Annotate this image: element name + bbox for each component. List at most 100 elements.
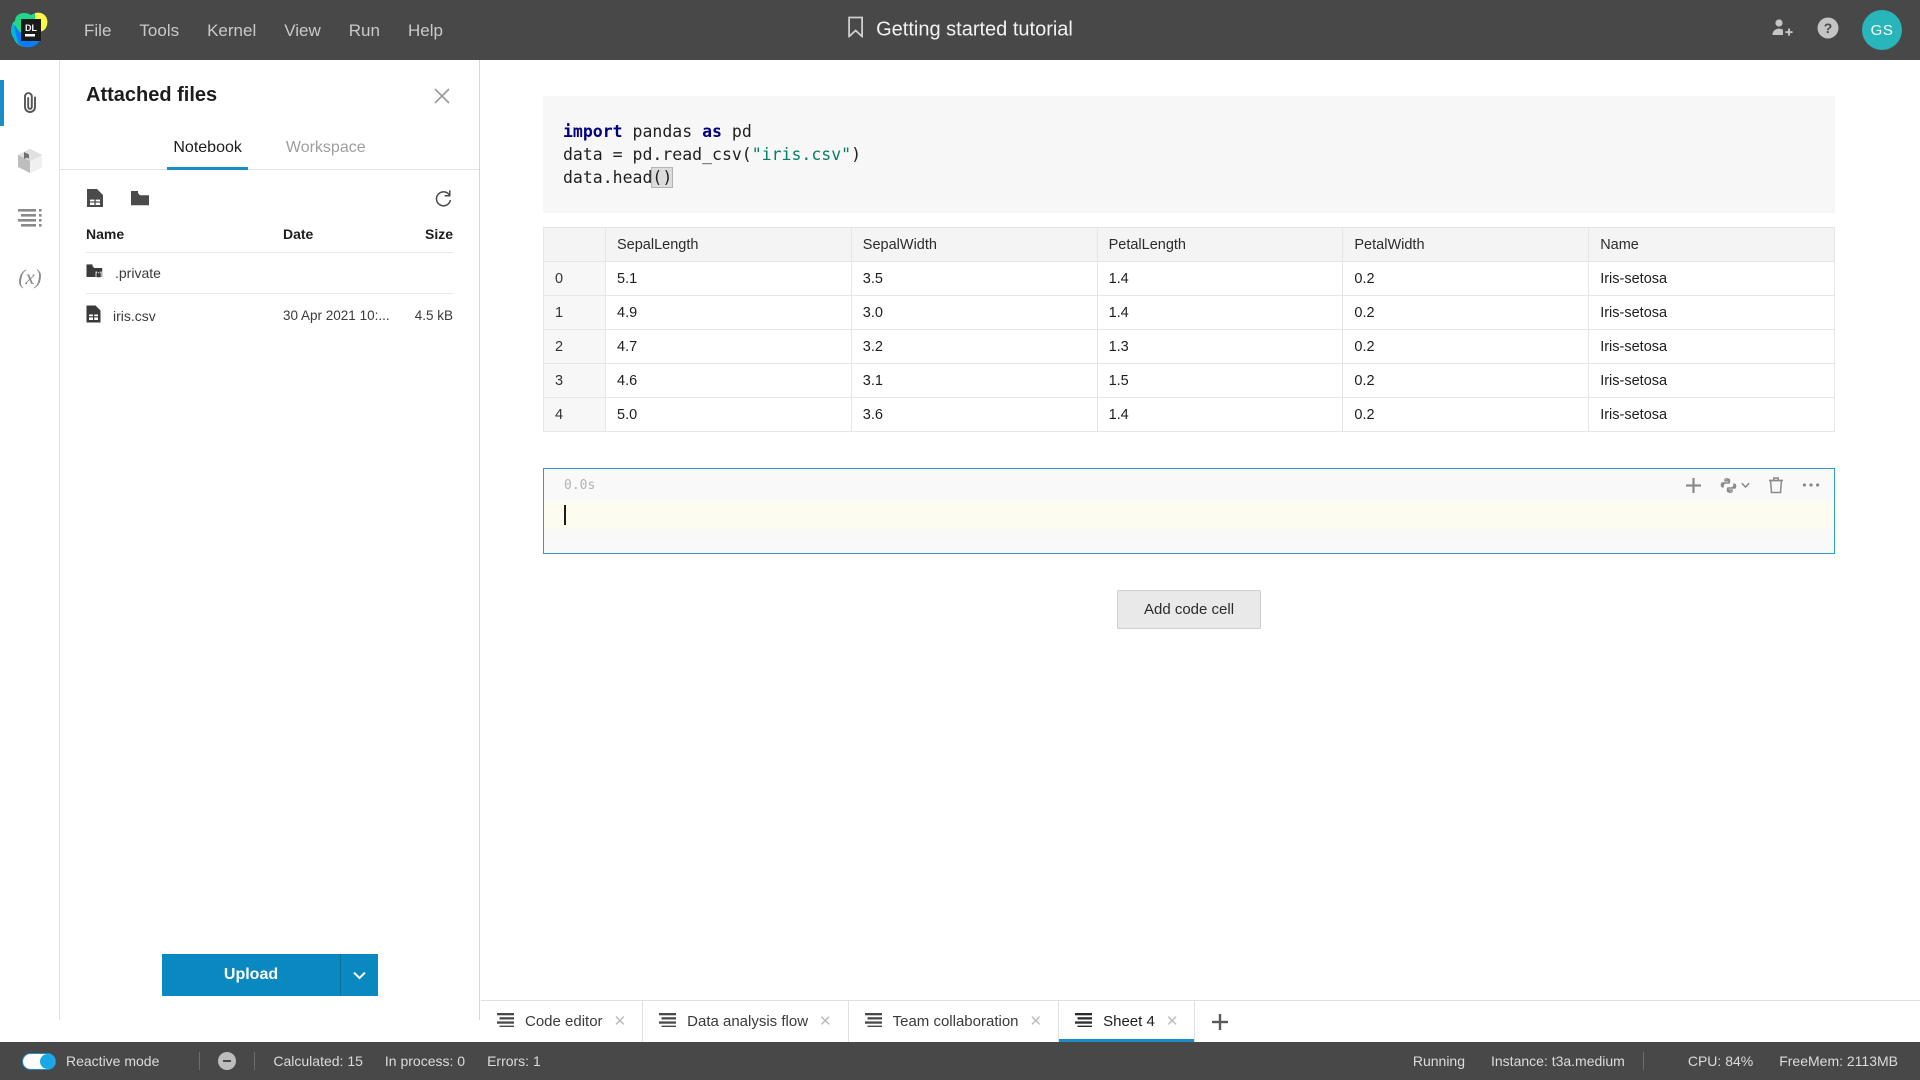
top-menu-bar: DL File Tools Kernel View Run Help Getti… bbox=[0, 0, 1920, 60]
close-icon[interactable]: ✕ bbox=[1166, 1014, 1179, 1029]
notebook-scroll: import pandas as pd data = pd.read_csv("… bbox=[481, 60, 1920, 629]
status-free-mem: FreeMem: 2113MB bbox=[1779, 1053, 1898, 1069]
add-code-cell-button[interactable]: Add code cell bbox=[1116, 590, 1262, 629]
rail-item-variables[interactable]: (x) bbox=[0, 248, 60, 306]
bookmark-icon bbox=[847, 16, 864, 44]
sheet-tab-team-collaboration[interactable]: Team collaboration ✕ bbox=[849, 1001, 1060, 1042]
close-icon[interactable]: ✕ bbox=[819, 1014, 832, 1029]
table-cell: 1.3 bbox=[1096, 329, 1344, 364]
delete-cell-icon[interactable] bbox=[1768, 476, 1784, 494]
file-size: 4.5 kB bbox=[414, 308, 453, 323]
menu-item-file[interactable]: File bbox=[70, 14, 125, 47]
add-user-icon[interactable] bbox=[1770, 16, 1794, 45]
status-errors: Errors: 1 bbox=[487, 1053, 541, 1069]
menu-item-kernel[interactable]: Kernel bbox=[193, 14, 270, 47]
datalore-logo[interactable]: DL bbox=[0, 0, 60, 60]
list-item[interactable]: iris.csv 30 Apr 2021 10:... 4.5 kB bbox=[86, 293, 453, 337]
add-sheet-button[interactable] bbox=[1195, 1001, 1245, 1042]
rail-item-attached-files[interactable] bbox=[0, 74, 60, 132]
svg-text:DL: DL bbox=[25, 23, 37, 33]
table-cell: 1.4 bbox=[1096, 261, 1344, 296]
table-cell: 4.6 bbox=[605, 363, 852, 398]
sheet-icon bbox=[864, 1012, 882, 1031]
plus-icon bbox=[1212, 1013, 1229, 1030]
menu-item-tools[interactable]: Tools bbox=[125, 14, 193, 47]
more-options-icon[interactable] bbox=[1802, 482, 1820, 488]
table-cell: 5.0 bbox=[605, 397, 852, 432]
table-row: 2 4.7 3.2 1.3 0.2 Iris-setosa bbox=[543, 329, 1835, 364]
table-cell: 0.2 bbox=[1342, 397, 1590, 432]
panel-title: Attached files bbox=[86, 84, 218, 106]
menu-item-run[interactable]: Run bbox=[335, 14, 394, 47]
new-file-icon[interactable] bbox=[86, 188, 104, 208]
package-icon bbox=[16, 147, 44, 175]
locked-folder-icon bbox=[86, 264, 103, 282]
table-cell: 3 bbox=[543, 363, 606, 398]
help-icon[interactable]: ? bbox=[1816, 16, 1840, 45]
upload-area: Upload bbox=[60, 954, 480, 996]
page-title: Getting started tutorial bbox=[876, 18, 1073, 41]
upload-dropdown-button[interactable] bbox=[340, 954, 379, 996]
rail-item-outline[interactable] bbox=[0, 190, 60, 248]
close-icon[interactable] bbox=[431, 85, 453, 107]
status-bar: Reactive mode Calculated: 15 In process:… bbox=[0, 1042, 1920, 1080]
table-cell: Iris-setosa bbox=[1588, 397, 1835, 432]
close-icon[interactable]: ✕ bbox=[614, 1014, 627, 1029]
table-cell: 3.2 bbox=[850, 329, 1098, 364]
table-row: 3 4.6 3.1 1.5 0.2 Iris-setosa bbox=[543, 363, 1835, 398]
status-calculated: Calculated: 15 bbox=[273, 1053, 363, 1069]
pause-icon[interactable] bbox=[218, 1052, 237, 1070]
column-header-date[interactable]: Date bbox=[283, 226, 393, 242]
table-row: 4 5.0 3.6 1.4 0.2 Iris-setosa bbox=[543, 397, 1835, 432]
column-header-name[interactable]: Name bbox=[86, 226, 283, 242]
avatar[interactable]: GS bbox=[1862, 10, 1902, 50]
chevron-down-icon bbox=[353, 968, 366, 983]
sheet-tab-sheet-4[interactable]: Sheet 4 ✕ bbox=[1059, 1001, 1196, 1042]
column-header-size[interactable]: Size bbox=[393, 226, 453, 242]
code-cell-2-selected[interactable]: 0.0s bbox=[543, 468, 1835, 554]
status-instance[interactable]: Instance: t3a.medium bbox=[1491, 1053, 1625, 1069]
table-cell: 2 bbox=[543, 329, 606, 364]
sheet-tab-data-analysis-flow[interactable]: Data analysis flow ✕ bbox=[643, 1001, 849, 1042]
rail-item-environment[interactable] bbox=[0, 132, 60, 190]
table-cell: 4 bbox=[543, 397, 606, 432]
divider bbox=[254, 1052, 256, 1070]
table-cell: 3.0 bbox=[850, 295, 1098, 330]
code-input-empty[interactable] bbox=[544, 501, 1834, 529]
table-cell: 0.2 bbox=[1342, 261, 1590, 296]
document-title-group[interactable]: Getting started tutorial bbox=[847, 16, 1073, 44]
status-right-group: Running Instance: t3a.medium CPU: 84% Fr… bbox=[1387, 1052, 1898, 1070]
file-name: iris.csv bbox=[113, 307, 156, 324]
menu-item-view[interactable]: View bbox=[270, 14, 335, 47]
paperclip-icon bbox=[17, 90, 43, 116]
tab-workspace[interactable]: Workspace bbox=[280, 133, 372, 170]
notebook-area: import pandas as pd data = pd.read_csv("… bbox=[481, 60, 1920, 1020]
sheet-icon bbox=[659, 1012, 677, 1031]
attached-files-panel: Attached files Notebook Workspace Name D… bbox=[60, 60, 480, 1020]
sheet-icon bbox=[497, 1012, 514, 1031]
svg-text:(x): (x) bbox=[18, 265, 41, 289]
sheet-tab-label: Code editor bbox=[525, 1013, 603, 1030]
refresh-icon[interactable] bbox=[434, 189, 453, 208]
sheet-tab-bar: Code editor ✕ Data analysis flow ✕ Team … bbox=[481, 1000, 1920, 1042]
close-icon[interactable]: ✕ bbox=[1030, 1014, 1043, 1029]
code-editor-content[interactable]: import pandas as pd data = pd.read_csv("… bbox=[543, 120, 1835, 189]
outline-icon bbox=[17, 208, 43, 230]
sheet-tab-code-editor[interactable]: Code editor ✕ bbox=[481, 1001, 644, 1042]
sheet-icon bbox=[1075, 1012, 1093, 1031]
table-header-row: SepalLength SepalWidth PetalLength Petal… bbox=[543, 227, 1835, 262]
add-cell-icon[interactable] bbox=[1685, 477, 1702, 494]
cell-toolbar bbox=[1685, 476, 1820, 494]
upload-button[interactable]: Upload bbox=[161, 954, 341, 996]
list-item[interactable]: .private bbox=[86, 252, 453, 293]
tab-notebook[interactable]: Notebook bbox=[167, 133, 248, 170]
new-folder-icon[interactable] bbox=[130, 190, 150, 207]
table-cell: Iris-setosa bbox=[1588, 329, 1835, 364]
table-cell: 3.5 bbox=[850, 261, 1098, 296]
reactive-mode-toggle[interactable] bbox=[22, 1052, 56, 1070]
python-kernel-icon[interactable] bbox=[1720, 477, 1750, 494]
file-list-header: Name Date Size bbox=[86, 218, 453, 252]
code-cell-1[interactable]: import pandas as pd data = pd.read_csv("… bbox=[543, 96, 1835, 213]
menu-item-help[interactable]: Help bbox=[394, 14, 457, 47]
table-col-petallength: PetalLength bbox=[1096, 227, 1344, 262]
